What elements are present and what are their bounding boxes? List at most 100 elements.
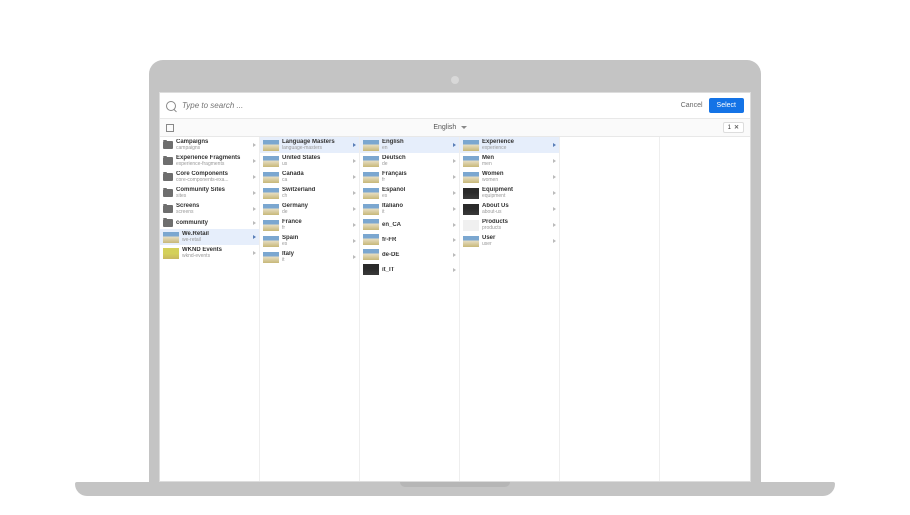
list-item[interactable]: Francefr: [260, 217, 359, 233]
list-item[interactable]: Españoles: [360, 185, 459, 201]
list-item[interactable]: community: [160, 217, 259, 229]
item-text: Françaisfr: [382, 171, 450, 183]
list-item[interactable]: Experience Fragmentsexperience-fragments: [160, 153, 259, 169]
list-item[interactable]: de-DE: [360, 247, 459, 262]
list-item[interactable]: Italyit: [260, 249, 359, 265]
chevron-right-icon: [353, 159, 356, 163]
chevron-right-icon: [353, 207, 356, 211]
list-item[interactable]: Canadaca: [260, 169, 359, 185]
list-item[interactable]: About Usabout-us: [460, 201, 559, 217]
page-thumbnail: [363, 188, 379, 199]
selection-count: 1: [728, 125, 731, 131]
page-thumbnail: [163, 232, 179, 243]
list-item[interactable]: Spaines: [260, 233, 359, 249]
item-text: Italianoit: [382, 203, 450, 215]
item-text: Experienceexperience: [482, 139, 550, 151]
list-item[interactable]: it_IT: [360, 262, 459, 277]
item-text: Españoles: [382, 187, 450, 199]
camera-dot: [451, 76, 459, 84]
page-thumbnail: [463, 156, 479, 167]
list-item[interactable]: Language Masterslanguage-masters: [260, 137, 359, 153]
page-thumbnail: [263, 204, 279, 215]
chevron-right-icon: [553, 143, 556, 147]
page-thumbnail: [263, 140, 279, 151]
list-item[interactable]: Germanyde: [260, 201, 359, 217]
chevron-right-icon: [553, 175, 556, 179]
item-subtitle: equipment: [482, 193, 550, 199]
chevron-right-icon: [453, 223, 456, 227]
list-item[interactable]: United Statesus: [260, 153, 359, 169]
item-subtitle: products: [482, 225, 550, 231]
list-item[interactable]: WKND Eventswknd-events: [160, 245, 259, 261]
list-item[interactable]: Deutschde: [360, 153, 459, 169]
page-thumbnail: [263, 220, 279, 231]
list-item[interactable]: Italianoit: [360, 201, 459, 217]
list-item[interactable]: We.Retailwe-retail: [160, 229, 259, 245]
chevron-right-icon: [253, 159, 256, 163]
list-item[interactable]: Useruser: [460, 233, 559, 249]
page-thumbnail: [263, 172, 279, 183]
list-item[interactable]: Equipmentequipment: [460, 185, 559, 201]
list-item[interactable]: Productsproducts: [460, 217, 559, 233]
list-item[interactable]: Core Componentscore-components-exa...: [160, 169, 259, 185]
item-text: Community Sitessites: [176, 187, 250, 199]
page-thumbnail: [263, 188, 279, 199]
list-item[interactable]: Community Sitessites: [160, 185, 259, 201]
item-text: Campaignscampaigns: [176, 139, 250, 151]
list-item[interactable]: Englishen: [360, 137, 459, 153]
app-screen: Cancel Select English 1 ✕ Campaignscampa…: [159, 92, 751, 482]
item-text: Italyit: [282, 251, 350, 263]
list-item[interactable]: Experienceexperience: [460, 137, 559, 153]
chevron-right-icon: [453, 191, 456, 195]
list-item[interactable]: fr-FR: [360, 232, 459, 247]
item-subtitle: user: [482, 241, 550, 247]
folder-icon: [163, 189, 173, 197]
list-item[interactable]: Switzerlandch: [260, 185, 359, 201]
column-3: Experienceexperience Menmen Womenwomen Equi…: [460, 137, 560, 482]
language-label: English: [433, 124, 456, 131]
chevron-right-icon: [353, 223, 356, 227]
page-thumbnail: [163, 248, 179, 259]
item-subtitle: en: [382, 145, 450, 151]
item-subtitle: it: [282, 257, 350, 263]
item-text: Core Componentscore-components-exa...: [176, 171, 250, 183]
select-button[interactable]: Select: [709, 98, 744, 113]
clear-selection-icon[interactable]: ✕: [734, 124, 739, 131]
search-input[interactable]: [182, 101, 681, 110]
list-item[interactable]: Menmen: [460, 153, 559, 169]
item-text: Equipmentequipment: [482, 187, 550, 199]
chevron-right-icon: [353, 239, 356, 243]
chevron-right-icon: [553, 239, 556, 243]
item-text: Menmen: [482, 155, 550, 167]
page-thumbnail: [263, 156, 279, 167]
chevron-down-icon: [461, 126, 467, 129]
list-item[interactable]: Campaignscampaigns: [160, 137, 259, 153]
chevron-right-icon: [453, 159, 456, 163]
page-thumbnail: [363, 204, 379, 215]
cancel-button[interactable]: Cancel: [681, 102, 703, 109]
folder-icon: [163, 141, 173, 149]
list-item[interactable]: Françaisfr: [360, 169, 459, 185]
sub-bar: English 1 ✕: [160, 119, 750, 137]
item-subtitle: experience-fragments: [176, 161, 250, 167]
item-subtitle: us: [282, 161, 350, 167]
selection-count-pill: 1 ✕: [723, 122, 744, 133]
chevron-right-icon: [253, 235, 256, 239]
page-thumbnail: [363, 249, 379, 260]
search-icon: [166, 101, 176, 111]
chevron-right-icon: [553, 159, 556, 163]
item-subtitle: women: [482, 177, 550, 183]
page-thumbnail: [463, 220, 479, 231]
item-title: it_IT: [382, 267, 450, 273]
list-item[interactable]: en_CA: [360, 217, 459, 232]
language-dropdown[interactable]: English: [178, 124, 723, 131]
page-thumbnail: [363, 172, 379, 183]
view-toggle-icon[interactable]: [166, 124, 174, 132]
item-subtitle: we-retail: [182, 237, 250, 243]
page-thumbnail: [363, 219, 379, 230]
item-text: Experience Fragmentsexperience-fragments: [176, 155, 250, 167]
list-item[interactable]: Womenwomen: [460, 169, 559, 185]
list-item[interactable]: Screensscreens: [160, 201, 259, 217]
item-subtitle: screens: [176, 209, 250, 215]
folder-icon: [163, 173, 173, 181]
